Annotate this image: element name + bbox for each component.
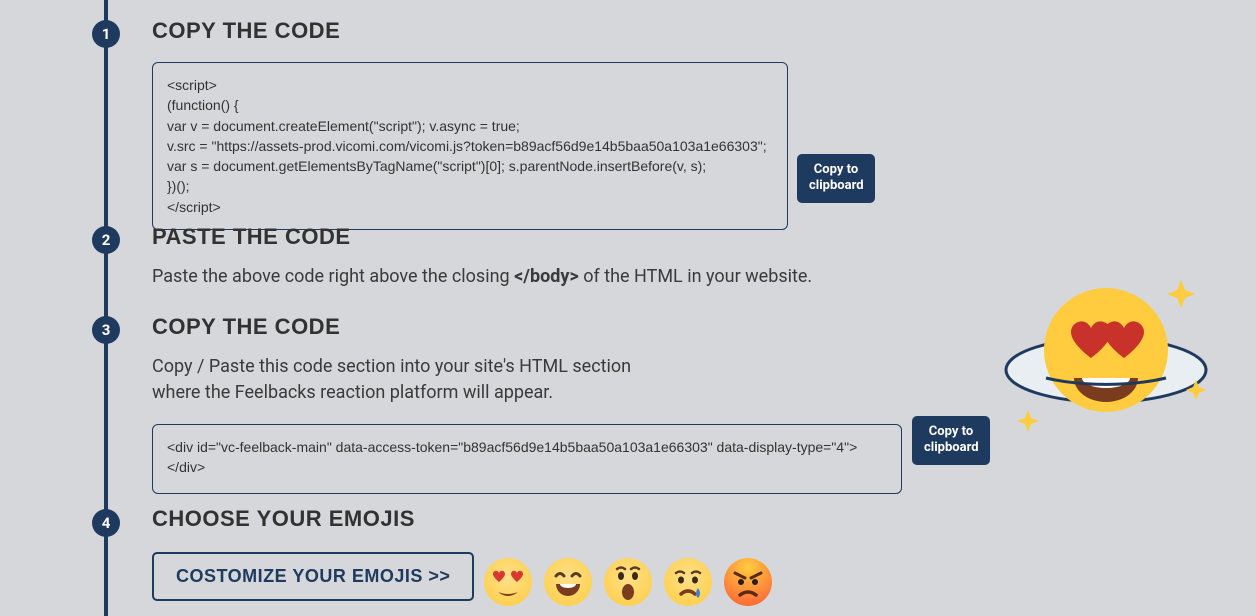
emoji-heart-eyes[interactable] bbox=[484, 558, 532, 606]
step-4-title: CHOOSE YOUR EMOJIS bbox=[152, 506, 1226, 532]
step-badge-3: 3 bbox=[92, 316, 120, 344]
emoji-preview-row bbox=[484, 558, 772, 606]
step-2-title: PASTE THE CODE bbox=[152, 224, 1226, 250]
copy-button-1[interactable]: Copy to clipboard bbox=[797, 154, 875, 203]
emoji-laugh[interactable] bbox=[544, 558, 592, 606]
step-2-desc: Paste the above code right above the clo… bbox=[152, 264, 1226, 290]
step-3: COPY THE CODE Copy / Paste this code sec… bbox=[152, 314, 1226, 494]
copy-button-2[interactable]: Copy to clipboard bbox=[912, 416, 990, 465]
step-2-desc-pre: Paste the above code right above the clo… bbox=[152, 266, 514, 287]
customize-emojis-button[interactable]: COSTOMIZE YOUR EMOJIS >> bbox=[152, 552, 474, 601]
code-block-1[interactable]: <script> (function() { var v = document.… bbox=[152, 62, 788, 230]
code-block-2[interactable]: <div id="vc-feelback-main" data-access-t… bbox=[152, 424, 902, 494]
step-badge-2: 2 bbox=[92, 226, 120, 254]
emoji-wow[interactable] bbox=[604, 558, 652, 606]
step-2: PASTE THE CODE Paste the above code righ… bbox=[152, 224, 1226, 290]
step-badge-1: 1 bbox=[92, 20, 120, 48]
step-2-desc-post: of the HTML in your website. bbox=[579, 266, 812, 287]
step-1: COPY THE CODE <script> (function() { var… bbox=[152, 18, 1226, 230]
emoji-angry[interactable] bbox=[724, 558, 772, 606]
step-1-title: COPY THE CODE bbox=[152, 18, 1226, 44]
step-3-title: COPY THE CODE bbox=[152, 314, 1226, 340]
step-2-desc-bold: </body> bbox=[514, 266, 579, 287]
emoji-sad[interactable] bbox=[664, 558, 712, 606]
step-badge-4: 4 bbox=[92, 509, 120, 537]
step-3-desc: Copy / Paste this code section into your… bbox=[152, 354, 1226, 406]
